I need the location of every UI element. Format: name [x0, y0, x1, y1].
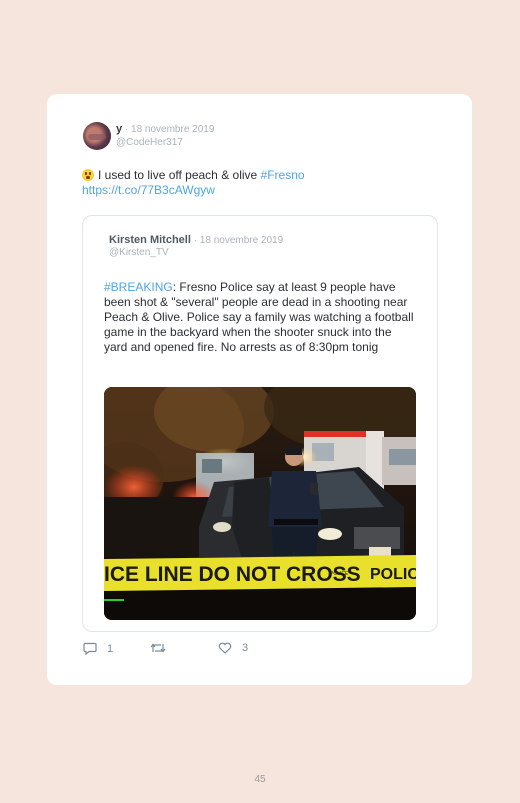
like-count: 3 — [242, 642, 249, 654]
like-action[interactable]: 3 — [218, 642, 248, 654]
tweet-text: I used to live off peach & olive #Fresno… — [82, 168, 442, 198]
tweet-actions: 1 3 — [83, 642, 383, 656]
breaking-hashtag-link[interactable]: #BREAKING — [104, 280, 173, 294]
author-handle[interactable]: @CodeHer317 — [116, 137, 183, 148]
tape-text-2: POLIC — [370, 566, 416, 583]
like-icon[interactable] — [218, 642, 232, 654]
tape-text: ICE LINE DO NOT CROSS — [104, 563, 361, 586]
reply-icon[interactable] — [83, 642, 97, 655]
tweet-card: y · 18 novembre 2019 @CodeHer317 I used … — [47, 94, 472, 685]
tweet-date[interactable]: · 18 novembre 2019 — [122, 124, 215, 135]
retweet-action[interactable] — [150, 642, 166, 654]
reply-action[interactable]: 1 — [83, 642, 113, 655]
quoted-author-line: Kirsten Mitchell · 18 novembre 2019 — [109, 234, 283, 246]
reply-count: 1 — [107, 642, 114, 655]
avatar[interactable] — [83, 122, 111, 150]
tweet-body: I used to live off peach & olive — [98, 168, 261, 182]
hashtag-link[interactable]: #Fresno — [261, 168, 305, 182]
page-number: 45 — [254, 774, 266, 785]
quoted-text: #BREAKING: Fresno Police say at least 9 … — [104, 280, 416, 355]
news-photo[interactable]: ICE LINE DO NOT CROSS POLIC POLICE — [104, 387, 416, 620]
tweet-url-link[interactable]: https://t.co/77B3cAWgyw — [82, 183, 215, 197]
tape-small-text: POLICE — [330, 571, 349, 577]
author-line: y · 18 novembre 2019 — [116, 123, 214, 135]
quoted-author-name[interactable]: Kirsten Mitchell — [109, 234, 191, 246]
quoted-handle[interactable]: @Kirsten_TV — [109, 247, 169, 258]
quoted-tweet[interactable]: Kirsten Mitchell · 18 novembre 2019 @Kir… — [82, 215, 438, 632]
quoted-date: · 18 novembre 2019 — [190, 235, 284, 246]
flushed-face-emoji-icon — [82, 169, 94, 181]
retweet-icon[interactable] — [150, 642, 166, 654]
police-scene-image: ICE LINE DO NOT CROSS POLIC POLICE — [104, 387, 416, 620]
